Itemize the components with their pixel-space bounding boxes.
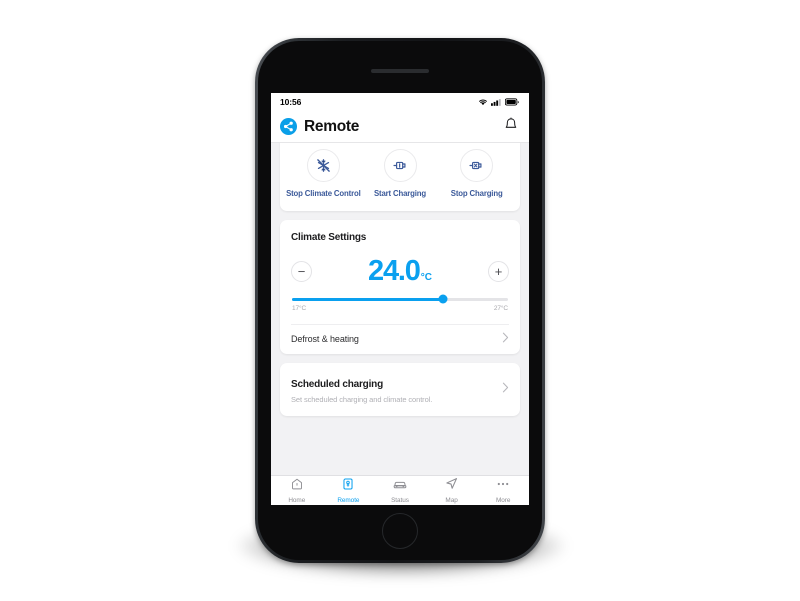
ellipsis-icon — [496, 477, 510, 495]
screenshot-stage: 10:56 Remote Stop Climate Control Start … — [0, 0, 800, 601]
slider-range-labels: 17°C 27°C — [292, 305, 508, 312]
temperature-stepper: − 24.0 °C + — [291, 254, 509, 287]
tab-label: Status — [391, 497, 409, 504]
quick-actions-card: Stop Climate Control Start Charging Stop… — [280, 143, 520, 211]
bell-icon[interactable] — [504, 116, 518, 137]
slider-min-label: 17°C — [292, 304, 307, 312]
status-bar: 10:56 — [271, 93, 529, 111]
tab-remote[interactable]: Remote — [323, 477, 375, 504]
car-icon — [393, 477, 407, 495]
action-start-charging[interactable]: Start Charging — [362, 149, 439, 199]
climate-settings-card: Climate Settings − 24.0 °C + 17°C 27°C D… — [280, 219, 520, 354]
home-icon — [291, 477, 303, 495]
temperature-readout: 24.0 °C — [368, 254, 432, 287]
tab-status[interactable]: Status — [374, 477, 426, 504]
home-button[interactable] — [382, 513, 418, 549]
temperature-decrease-button[interactable]: − — [291, 260, 312, 282]
slider-fill — [292, 297, 444, 301]
wifi-icon — [479, 99, 487, 106]
temperature-value: 24.0 — [368, 254, 421, 287]
tab-label: More — [495, 497, 511, 504]
cellular-signal-icon — [491, 99, 501, 106]
scheduled-charging-text: Scheduled charging Set scheduled chargin… — [291, 374, 432, 404]
tab-label: Home — [288, 497, 306, 504]
slider-track[interactable] — [292, 294, 508, 304]
tab-label: Remote — [337, 497, 360, 504]
climate-off-icon — [306, 149, 340, 182]
navigation-bar: Remote — [271, 111, 529, 143]
tab-home[interactable]: Home — [271, 477, 323, 504]
action-label: Start Charging — [373, 189, 427, 198]
page-title: Remote — [304, 117, 360, 135]
defrost-heating-label: Defrost & heating — [291, 334, 359, 345]
slider-max-label: 27°C — [493, 304, 508, 312]
phone-bezel: 10:56 Remote Stop Climate Control Start … — [258, 41, 542, 560]
plug-stop-icon — [460, 149, 494, 182]
chevron-right-icon — [502, 380, 509, 398]
earpiece-speaker — [371, 69, 429, 73]
phone-frame: 10:56 Remote Stop Climate Control Start … — [255, 38, 545, 563]
temperature-increase-button[interactable]: + — [487, 260, 509, 282]
tab-more[interactable]: More — [477, 477, 529, 504]
bottom-tab-bar: Home Remote Status Map More — [271, 475, 529, 505]
scheduled-charging-title: Scheduled charging — [291, 378, 383, 390]
temperature-slider[interactable]: 17°C 27°C — [291, 294, 509, 312]
scheduled-charging-card[interactable]: Scheduled charging Set scheduled chargin… — [280, 362, 520, 416]
scroll-content[interactable]: Stop Climate Control Start Charging Stop… — [271, 143, 529, 475]
slider-thumb[interactable] — [438, 294, 448, 304]
map-arrow-icon — [445, 477, 458, 495]
plug-start-icon — [383, 149, 417, 182]
share-nodes-icon[interactable] — [280, 118, 297, 135]
action-label: Stop Climate Control — [286, 189, 361, 198]
chevron-right-icon — [502, 330, 509, 348]
climate-settings-title: Climate Settings — [291, 231, 367, 243]
defrost-heating-row[interactable]: Defrost & heating — [291, 323, 509, 354]
temperature-unit: °C — [420, 271, 432, 283]
tab-map[interactable]: Map — [426, 477, 478, 504]
remote-icon — [342, 477, 354, 495]
battery-icon — [505, 98, 519, 106]
phone-screen: 10:56 Remote Stop Climate Control Start … — [271, 93, 529, 505]
action-stop-charging[interactable]: Stop Charging — [438, 149, 515, 199]
tab-label: Map — [445, 497, 458, 504]
status-bar-indicators — [478, 98, 519, 106]
status-bar-time: 10:56 — [280, 97, 302, 107]
action-label: Stop Charging — [450, 189, 503, 198]
action-stop-climate-control[interactable]: Stop Climate Control — [285, 149, 362, 199]
scheduled-charging-subtitle: Set scheduled charging and climate contr… — [291, 394, 433, 404]
